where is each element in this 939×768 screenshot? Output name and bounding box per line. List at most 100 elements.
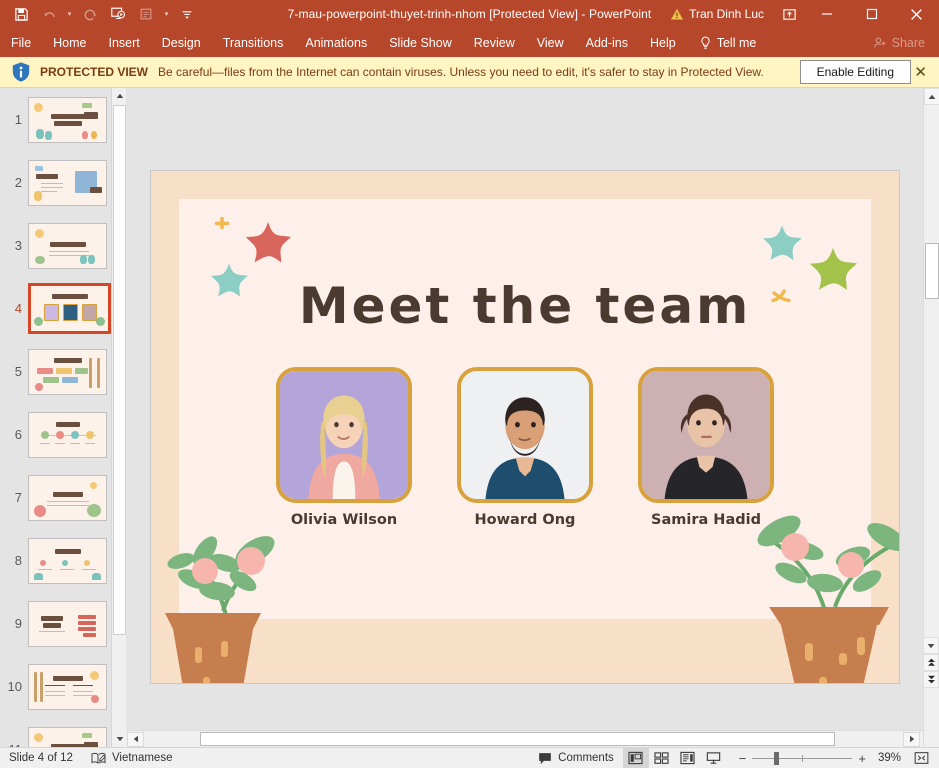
thumbnail-number: 7 [0, 490, 28, 505]
minimize-button[interactable] [804, 0, 849, 28]
ribbon-display-options-icon[interactable] [774, 0, 804, 28]
share-label: Share [892, 36, 925, 50]
thumbnail-slide-6[interactable]: 6 [0, 403, 126, 466]
fit-to-window-icon [914, 751, 929, 765]
save-icon[interactable] [8, 2, 34, 26]
thumbnail-slide-4[interactable]: 4 [0, 277, 126, 340]
thumbnail-slide-11[interactable]: 11 [0, 718, 126, 747]
tab-help[interactable]: Help [639, 28, 687, 57]
thumbnail-preview[interactable] [28, 601, 107, 647]
tab-review[interactable]: Review [463, 28, 526, 57]
zoom-out-button[interactable]: − [733, 751, 753, 766]
slide-sorter-view-button[interactable] [649, 748, 675, 768]
next-slide-icon[interactable] [923, 671, 939, 688]
scroll-left-icon[interactable] [127, 732, 144, 747]
member-name: Howard Ong [457, 512, 593, 528]
tab-home[interactable]: Home [42, 28, 97, 57]
zoom-in-button[interactable]: + [852, 751, 872, 766]
protected-view-message: Be careful—files from the Internet can c… [158, 65, 764, 79]
zoom-percentage[interactable]: 39% [878, 752, 909, 764]
enable-editing-button[interactable]: Enable Editing [800, 60, 911, 84]
thumbnail-number: 5 [0, 364, 28, 379]
thumbnail-slide-9[interactable]: 9 [0, 592, 126, 655]
tab-animations[interactable]: Animations [294, 28, 378, 57]
thumbnail-preview[interactable] [28, 349, 107, 395]
maximize-button[interactable] [849, 0, 894, 28]
previous-slide-icon[interactable] [923, 654, 939, 671]
thumbnail-preview[interactable] [28, 160, 107, 206]
sparkle-yellow-icon [211, 217, 233, 243]
thumbnail-slide-8[interactable]: 8 [0, 529, 126, 592]
tab-file[interactable]: File [0, 28, 42, 57]
reading-view-icon [680, 751, 695, 765]
share-button[interactable]: Share [873, 36, 925, 50]
tab-slide-show[interactable]: Slide Show [378, 28, 463, 57]
slide-vertical-scrollbar[interactable] [923, 88, 939, 747]
undo-icon[interactable] [36, 2, 62, 26]
thumbnail-slide-1[interactable]: 1 [0, 88, 126, 151]
thumbnail-scroll-up-icon[interactable] [112, 88, 126, 104]
proofing-status[interactable]: Vietnamese [82, 748, 182, 768]
horizontal-scroll-thumb[interactable] [200, 732, 835, 746]
close-button[interactable] [894, 0, 939, 28]
title-bar: ▾ ▾ 7-mau-powerpoint-thuyet-trinh-nhom [… [0, 0, 939, 28]
thumbnail-scroll-thumb[interactable] [113, 105, 126, 635]
touch-mode-icon[interactable] [133, 2, 159, 26]
thumbnail-scroll-down-icon[interactable] [112, 731, 126, 747]
tab-view[interactable]: View [526, 28, 575, 57]
zoom-track[interactable] [752, 753, 852, 764]
thumbnail-number: 6 [0, 427, 28, 442]
normal-view-button[interactable] [623, 748, 649, 768]
thumbnail-preview[interactable] [28, 412, 107, 458]
slide-counter[interactable]: Slide 4 of 12 [0, 748, 82, 768]
slide-show-view-button[interactable] [701, 748, 727, 768]
close-protected-view-icon[interactable]: ✕ [914, 63, 927, 81]
status-bar-right: Comments [529, 748, 939, 768]
redo-icon[interactable] [77, 2, 103, 26]
member-photo-frame [457, 367, 593, 503]
zoom-handle[interactable] [774, 752, 779, 765]
star-teal-2-icon [759, 223, 805, 267]
thumbnail-slide-3[interactable]: 3 [0, 214, 126, 277]
undo-dropdown-icon[interactable]: ▾ [64, 2, 75, 26]
team-member: Howard Ong [457, 367, 593, 528]
account-name: Tran Dinh Luc [689, 7, 764, 21]
fit-to-window-button[interactable] [909, 748, 933, 768]
thumbnail-preview[interactable] [28, 664, 107, 710]
tab-insert[interactable]: Insert [98, 28, 151, 57]
zoom-slider[interactable]: − + [733, 751, 872, 766]
comments-button[interactable]: Comments [529, 748, 623, 768]
tab-add-ins[interactable]: Add-ins [575, 28, 639, 57]
slide-thumbnail-pane[interactable]: 1 2 3 [0, 88, 126, 747]
thumbnail-slide-2[interactable]: 2 [0, 151, 126, 214]
customize-qat-icon[interactable] [174, 2, 200, 26]
current-slide[interactable]: Meet the team [151, 171, 899, 683]
status-bar: Slide 4 of 12 Vietnamese Comments [0, 747, 939, 768]
thumbnail-slide-10[interactable]: 10 [0, 655, 126, 718]
start-presentation-icon[interactable] [105, 2, 131, 26]
slide-counter-label: Slide 4 of 12 [9, 752, 73, 764]
tell-me-box[interactable]: Tell me [687, 36, 757, 50]
thumbnail-preview[interactable] [28, 475, 107, 521]
thumbnail-preview[interactable] [28, 223, 107, 269]
slide-sorter-icon [654, 751, 669, 765]
thumbnail-scrollbar[interactable] [111, 88, 126, 747]
scroll-up-icon[interactable] [924, 88, 939, 105]
vertical-scroll-thumb[interactable] [925, 243, 939, 299]
thumbnail-preview[interactable] [28, 538, 107, 584]
tell-me-label: Tell me [717, 36, 757, 50]
thumbnail-preview[interactable] [28, 97, 107, 143]
thumbnail-preview[interactable] [28, 727, 107, 748]
touch-mode-dropdown-icon[interactable]: ▾ [161, 2, 172, 26]
scroll-right-icon[interactable] [903, 732, 920, 747]
account-info[interactable]: Tran Dinh Luc [670, 7, 764, 21]
reading-view-button[interactable] [675, 748, 701, 768]
tab-design[interactable]: Design [151, 28, 212, 57]
tab-transitions[interactable]: Transitions [212, 28, 295, 57]
slide-horizontal-scrollbar[interactable] [126, 730, 923, 747]
scroll-down-icon[interactable] [923, 637, 939, 654]
portrait-olivia-wilson [280, 371, 408, 499]
thumbnail-slide-7[interactable]: 7 [0, 466, 126, 529]
thumbnail-preview[interactable] [28, 283, 111, 334]
thumbnail-slide-5[interactable]: 5 [0, 340, 126, 403]
